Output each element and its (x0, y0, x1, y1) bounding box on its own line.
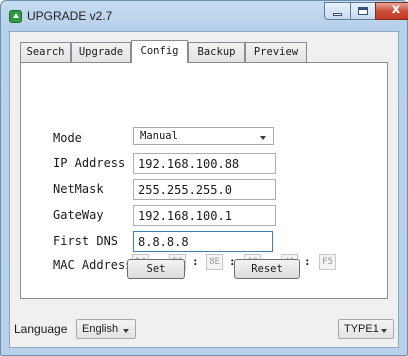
type-value: TYPE1 (344, 323, 379, 335)
close-button[interactable]: x (375, 2, 408, 20)
chevron-down-icon (260, 136, 266, 140)
chevron-down-icon (123, 329, 129, 333)
first-dns-input[interactable] (133, 231, 273, 252)
language-value: English (82, 323, 119, 335)
tab-backup[interactable]: Backup (188, 42, 245, 62)
tab-config[interactable]: Config (131, 40, 188, 63)
gateway-input[interactable] (133, 205, 276, 226)
ip-address-label: IP Address (53, 156, 126, 170)
mac-octet-6[interactable]: F5 (319, 254, 336, 270)
gateway-label: GateWay (53, 208, 104, 222)
type-select[interactable]: TYPE1 (338, 319, 394, 339)
mode-select[interactable]: Manual (133, 127, 274, 145)
language-select[interactable]: English (76, 319, 136, 339)
tab-upgrade[interactable]: Upgrade (71, 42, 131, 62)
window-controls: x (324, 2, 408, 20)
mode-value: Manual (140, 130, 178, 142)
chevron-down-icon (381, 329, 387, 333)
app-window: UPGRADE v2.7 x Search Upgrade Config Bac… (0, 0, 408, 356)
netmask-label: NetMask (53, 182, 104, 196)
mode-label: Mode (53, 131, 82, 145)
first-dns-label: First DNS (53, 234, 119, 248)
mac-separator: : (304, 255, 311, 268)
mac-separator: : (192, 255, 199, 268)
window-title: UPGRADE v2.7 (27, 9, 113, 23)
language-label: Language (14, 322, 68, 336)
tab-preview[interactable]: Preview (245, 42, 307, 62)
app-icon (9, 10, 22, 23)
netmask-input[interactable] (133, 179, 276, 200)
client-area: Search Upgrade Config Backup Preview Mod… (9, 31, 399, 348)
set-button[interactable]: Set (127, 259, 185, 279)
tab-search[interactable]: Search (20, 42, 71, 62)
title-bar[interactable]: UPGRADE v2.7 x (1, 1, 408, 31)
maximize-button[interactable] (350, 2, 375, 20)
close-icon: x (391, 2, 401, 17)
mac-address-label: MAC Address (53, 258, 133, 272)
reset-button[interactable]: Reset (234, 259, 300, 279)
ip-address-input[interactable] (133, 153, 276, 174)
mac-octet-3[interactable]: 8E (206, 254, 223, 270)
minimize-button[interactable] (324, 2, 350, 20)
